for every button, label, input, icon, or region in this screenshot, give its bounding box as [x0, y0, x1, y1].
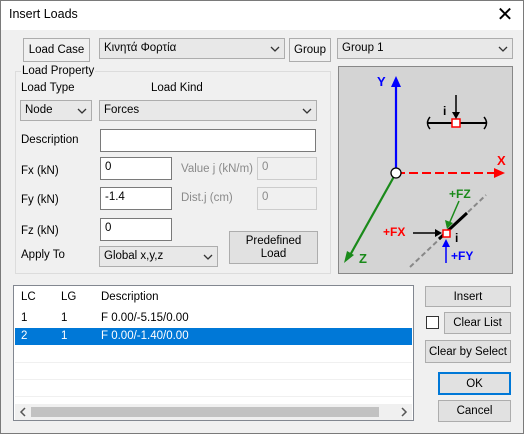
- load-property-title: Load Property: [21, 65, 96, 77]
- column-header-lc[interactable]: LC: [21, 291, 36, 303]
- list-item-lc: 1: [21, 312, 28, 324]
- chevron-down-icon: [203, 254, 213, 260]
- load-type-label: Load Type: [21, 82, 75, 94]
- list-item-lg: 1: [61, 312, 68, 324]
- value-j-field: 0: [257, 157, 317, 180]
- group-value: Group 1: [342, 42, 384, 54]
- load-case-select[interactable]: Κινητά Φορτία: [99, 38, 285, 59]
- clear-by-select-button[interactable]: Clear by Select: [425, 340, 511, 363]
- axes-diagram-svg: Y X Z i i +FX +FZ +FY: [344, 74, 506, 268]
- clear-list-button[interactable]: Clear List: [444, 312, 511, 334]
- horizontal-scrollbar[interactable]: [15, 404, 412, 420]
- dist-j-label: Dist.j (cm): [181, 192, 233, 204]
- z-axis-label: Z: [359, 251, 367, 266]
- fz-diagram-label: +FZ: [449, 187, 471, 201]
- load-type-value: Node: [25, 104, 53, 116]
- scroll-right-icon[interactable]: [399, 407, 409, 417]
- y-axis-label: Y: [377, 74, 386, 89]
- z-axis-line: [348, 172, 397, 258]
- loads-list[interactable]: LC LG Description 1 1 F 0.00/-5.15/0.00 …: [13, 285, 414, 421]
- clear-by-select-button-label: Clear by Select: [429, 345, 507, 358]
- ok-button-label: OK: [466, 377, 483, 390]
- node-square: [451, 118, 461, 128]
- predefined-load-line1: Predefined: [245, 234, 302, 247]
- load-case-label-box: Load Case: [23, 38, 90, 62]
- title-bar: Insert Loads ✕: [1, 1, 523, 30]
- load-type-select[interactable]: Node: [20, 100, 92, 121]
- member-node-label: i: [455, 231, 458, 245]
- list-item[interactable]: 1 1 F 0.00/-5.15/0.00: [15, 310, 412, 327]
- fy-label: Fy (kN): [21, 194, 59, 206]
- list-item-selected[interactable]: 2 1 F 0.00/-1.40/0.00: [15, 328, 412, 345]
- value-j-label: Value j (kN/m): [181, 163, 253, 175]
- fz-field[interactable]: 0: [100, 218, 172, 241]
- fy-arrowhead: [442, 239, 450, 247]
- insert-button-label: Insert: [453, 290, 483, 303]
- fy-diagram-label: +FY: [451, 249, 473, 263]
- predefined-load-button[interactable]: Predefined Load: [229, 231, 318, 264]
- load-direction-diagram: Y X Z i i +FX +FZ +FY: [338, 66, 513, 274]
- chevron-down-icon: [270, 46, 280, 52]
- description-field[interactable]: [100, 129, 316, 152]
- fx-field[interactable]: 0: [100, 157, 172, 180]
- cancel-button[interactable]: Cancel: [438, 400, 511, 422]
- list-item-lc: 2: [21, 330, 28, 342]
- load-case-value: Κινητά Φορτία: [104, 42, 177, 54]
- x-axis-label: X: [497, 153, 506, 168]
- list-item-description: F 0.00/-5.15/0.00: [101, 312, 189, 324]
- apply-to-select[interactable]: Global x,y,z: [99, 246, 218, 267]
- load-kind-value: Forces: [104, 104, 140, 116]
- insert-button[interactable]: Insert: [425, 286, 511, 307]
- window-title: Insert Loads: [9, 7, 78, 21]
- ok-button[interactable]: OK: [438, 372, 511, 395]
- clear-list-button-label: Clear List: [453, 317, 502, 329]
- fy-field[interactable]: -1.4: [100, 187, 172, 210]
- column-header-lg[interactable]: LG: [61, 291, 76, 303]
- dist-j-field: 0: [257, 187, 317, 210]
- node-label: i: [443, 104, 446, 118]
- insert-loads-dialog: Insert Loads ✕ Load Case Κινητά Φορτία G…: [0, 0, 524, 434]
- fz-label: Fz (kN): [21, 225, 59, 237]
- load-kind-select[interactable]: Forces: [99, 100, 317, 121]
- column-header-description[interactable]: Description: [101, 291, 159, 303]
- scrollbar-thumb[interactable]: [31, 407, 379, 417]
- member-node-square: [442, 229, 451, 238]
- description-label: Description: [21, 134, 79, 146]
- y-axis-arrowhead: [391, 76, 401, 87]
- fx-label: Fx (kN): [21, 165, 59, 177]
- fx-diagram-label: +FX: [383, 225, 405, 239]
- list-item-lg: 1: [61, 330, 68, 342]
- apply-to-label: Apply To: [21, 249, 65, 261]
- scroll-left-icon[interactable]: [18, 407, 28, 417]
- chevron-down-icon: [302, 108, 312, 114]
- group-label: Group: [294, 44, 326, 56]
- group-select[interactable]: Group 1: [337, 38, 513, 59]
- cancel-button-label: Cancel: [456, 405, 493, 417]
- load-kind-label: Load Kind: [151, 82, 203, 94]
- origin-circle: [390, 167, 402, 179]
- list-item-description: F 0.00/-1.40/0.00: [101, 330, 189, 342]
- list-header: LC LG Description: [15, 289, 412, 306]
- clear-list-checkbox[interactable]: [426, 316, 439, 329]
- node-load-arrowhead: [452, 112, 460, 119]
- close-icon[interactable]: ✕: [493, 3, 517, 27]
- predefined-load-line2: Load: [260, 247, 287, 260]
- apply-to-value: Global x,y,z: [104, 250, 164, 262]
- chevron-down-icon: [77, 108, 87, 114]
- list-gridline: [15, 379, 412, 380]
- group-label-box: Group: [289, 38, 331, 62]
- list-gridline: [15, 396, 412, 397]
- x-axis-arrowhead: [494, 168, 505, 178]
- chevron-down-icon: [498, 46, 508, 52]
- list-gridline: [15, 362, 412, 363]
- load-case-label: Load Case: [28, 44, 85, 56]
